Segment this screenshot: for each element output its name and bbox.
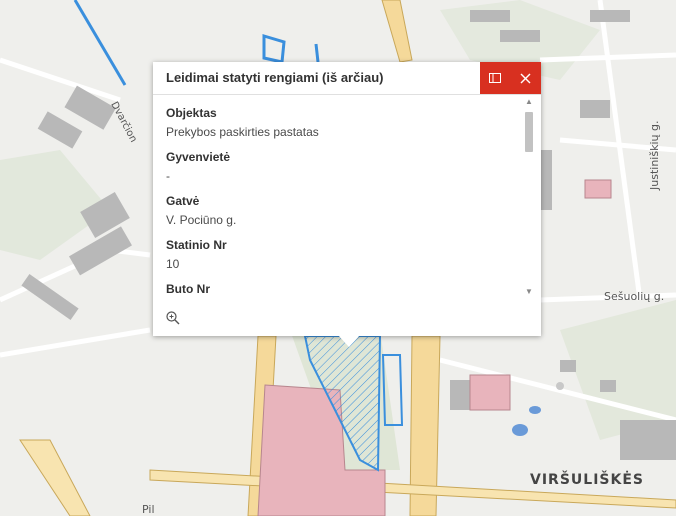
field-label: Statinio Nr <box>166 238 227 252</box>
scroll-thumb[interactable] <box>525 112 533 152</box>
field-value: - <box>166 169 170 183</box>
district-label: VIRŠULIŠKĖS <box>530 472 644 488</box>
zoom-to-icon <box>166 311 180 325</box>
street-label-sesuoliu: Sešuolių g. <box>604 290 665 303</box>
scroll-down-icon[interactable]: ▼ <box>524 288 534 296</box>
popup-footer <box>153 302 541 336</box>
field-label: Objektas <box>166 106 217 120</box>
scroll-up-icon[interactable]: ▲ <box>524 98 534 106</box>
dock-button[interactable] <box>480 62 510 94</box>
street-label-pil: Pil <box>142 503 155 516</box>
popup-scrollbar[interactable]: ▲ ▼ <box>523 98 535 298</box>
field-label: Gatvė <box>166 194 200 208</box>
zoom-to-button[interactable] <box>165 310 181 326</box>
field-value: 10 <box>166 257 180 271</box>
field-buto-nr: Buto Nr <box>166 282 210 295</box>
popup-pointer <box>338 335 360 347</box>
feature-popup: Leidimai statyti rengiami (iš arčiau) Ob… <box>153 62 541 336</box>
popup-header: Leidimai statyti rengiami (iš arčiau) <box>153 62 541 95</box>
popup-title: Leidimai statyti rengiami (iš arčiau) <box>166 70 384 85</box>
field-objektas: Objektas Prekybos paskirties pastatas <box>166 106 319 139</box>
dock-icon <box>489 73 501 83</box>
street-label-justiniskiu: Justiniškių g. <box>648 120 661 190</box>
field-value: Prekybos paskirties pastatas <box>166 125 319 139</box>
popup-actions <box>480 62 541 94</box>
close-button[interactable] <box>510 62 540 94</box>
field-statinio-nr: Statinio Nr 10 <box>166 238 227 271</box>
close-icon <box>520 73 530 83</box>
field-label: Buto Nr <box>166 282 210 295</box>
field-gatve: Gatvė V. Pociūno g. <box>166 194 236 227</box>
field-value: V. Pociūno g. <box>166 213 237 227</box>
field-label: Gyvenvietė <box>166 150 231 164</box>
popup-body: Objektas Prekybos paskirties pastatas Gy… <box>153 95 523 295</box>
field-gyvenviete: Gyvenvietė - <box>166 150 230 183</box>
